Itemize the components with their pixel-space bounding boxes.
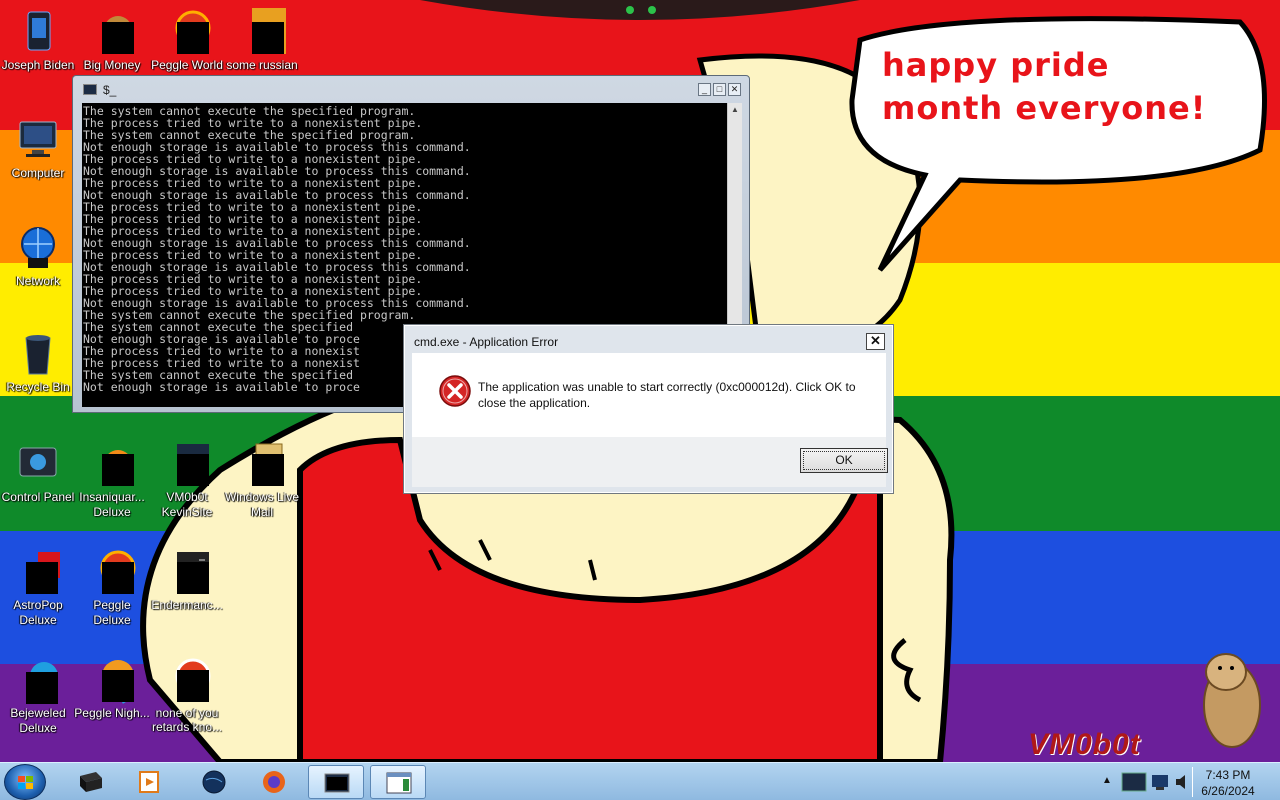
dialog-title-bar[interactable]: cmd.exe - Application Error ✕ <box>404 325 893 353</box>
windows-logo-icon <box>18 776 33 789</box>
dialog-close-button[interactable]: ✕ <box>866 333 885 350</box>
censor-box <box>252 22 284 54</box>
desktop-icon-computer[interactable]: Computer <box>0 116 76 181</box>
minimize-button[interactable]: _ <box>698 83 711 96</box>
taskbar: ▲ 7:43 PM 6/26/2024 <box>0 762 1280 800</box>
clock-date: 6/26/2024 <box>1201 784 1255 798</box>
globe-icon <box>202 770 226 794</box>
media-player-icon <box>139 771 159 793</box>
desktop-icon-insaniquarium[interactable]: Insaniquar... Deluxe <box>74 440 150 520</box>
some-russian-icon <box>238 8 286 56</box>
peggle-deluxe-icon <box>88 548 136 596</box>
error-message: The application was unable to start corr… <box>478 380 856 410</box>
censor-box <box>252 454 284 486</box>
censor-box <box>177 670 209 702</box>
tray-separator <box>1192 767 1193 797</box>
media-center-icon <box>80 772 102 792</box>
censor-box <box>177 22 209 54</box>
vm0b0t-kevinsite-icon <box>163 440 211 488</box>
tray-app-icon[interactable] <box>1120 771 1148 793</box>
insaniquarium-icon <box>88 440 136 488</box>
desktop-icon-none-of-you[interactable]: none of you retards kno... <box>149 656 225 734</box>
desktop-icon-windows-live-mail[interactable]: Windows Live Mail <box>224 440 300 520</box>
wallpaper-watermark: VM0b0t <box>1028 728 1141 761</box>
clock[interactable]: 7:43 PM 6/26/2024 <box>1196 767 1260 799</box>
censor-box <box>26 672 58 704</box>
endermanch-icon <box>163 548 211 596</box>
maximize-button[interactable]: □ <box>713 83 726 96</box>
ok-button[interactable]: OK <box>800 448 888 473</box>
taskbar-item-window[interactable] <box>370 765 426 799</box>
console-title-bar[interactable]: $_ _ □ ✕ <box>73 76 749 102</box>
control-panel-icon <box>14 440 62 488</box>
recycle-bin-icon <box>14 330 62 378</box>
desktop-icon-recycle-bin[interactable]: Recycle Bin <box>0 330 76 395</box>
start-button[interactable] <box>4 764 46 800</box>
dialog-footer: OK <box>412 437 888 487</box>
volume-icon[interactable] <box>1174 773 1190 791</box>
clock-time: 7:43 PM <box>1205 768 1251 782</box>
close-button[interactable]: ✕ <box>728 83 741 96</box>
none-of-you-icon <box>163 656 211 704</box>
dialog-title: cmd.exe - Application Error <box>414 335 559 349</box>
window-icon <box>386 772 412 794</box>
desktop-icon-astropop[interactable]: AstroPop Deluxe <box>0 548 76 628</box>
computer-icon <box>14 116 62 164</box>
joseph-biden-icon <box>14 8 62 56</box>
scroll-up-icon[interactable]: ▲ <box>731 105 739 114</box>
dialog-body: The application was unable to start corr… <box>412 353 886 437</box>
desktop-icon-vm0b0t-kevinsite[interactable]: VM0b0t KevinSite <box>149 440 225 520</box>
speech-bubble-text: happy pride month everyone! <box>882 46 1207 127</box>
censor-box <box>102 454 134 486</box>
censor-box <box>102 670 134 702</box>
taskbar-item-media-center[interactable] <box>62 765 118 799</box>
network-icon <box>14 224 62 272</box>
taskbar-item-globe[interactable] <box>186 765 242 799</box>
show-hidden-icons-icon[interactable]: ▲ <box>1102 775 1112 786</box>
desktop-icon-endermanch[interactable]: Endermanc... <box>149 548 225 613</box>
desktop-icon-peggle-nights[interactable]: Peggle Nigh... <box>74 656 150 721</box>
error-icon <box>439 375 471 407</box>
desktop-icon-network[interactable]: Network <box>0 224 76 289</box>
desktop-icon-peggle-deluxe[interactable]: Peggle Deluxe <box>74 548 150 628</box>
censor-box <box>26 562 58 594</box>
peggle-nights-icon <box>88 656 136 704</box>
taskbar-item-cmd[interactable] <box>308 765 364 799</box>
astropop-icon <box>14 548 62 596</box>
peggle-world-icon <box>163 8 211 56</box>
desktop-icon-bejeweled[interactable]: Bejeweled Deluxe <box>0 656 76 736</box>
censor-box <box>177 562 209 594</box>
cmd-window-icon <box>324 773 350 793</box>
desktop-icon-peggle-world[interactable]: Peggle World <box>149 8 225 73</box>
network-tray-icon[interactable] <box>1150 771 1172 793</box>
system-tray: ▲ 7:43 PM 6/26/2024 <box>1100 763 1280 800</box>
desktop-icon-control-panel[interactable]: Control Panel <box>0 440 76 520</box>
console-title: $_ <box>103 83 117 97</box>
taskbar-item-media-player[interactable] <box>122 765 178 799</box>
big-money-icon <box>88 8 136 56</box>
windows-live-mail-icon <box>238 440 286 488</box>
desktop-icon-some-russian[interactable]: some russian <box>224 8 300 73</box>
desktop-icon-joseph-biden[interactable]: Joseph Biden <box>0 8 76 73</box>
desktop-icon-big-money[interactable]: Big Money <box>74 8 150 73</box>
censor-box <box>102 22 134 54</box>
censor-box <box>102 562 134 594</box>
cmd-window-icon <box>83 84 97 95</box>
application-error-dialog[interactable]: cmd.exe - Application Error ✕ The applic… <box>403 324 894 494</box>
bejeweled-icon <box>14 656 62 704</box>
firefox-icon <box>263 771 285 793</box>
censor-box <box>177 454 209 486</box>
taskbar-item-firefox[interactable] <box>246 765 302 799</box>
